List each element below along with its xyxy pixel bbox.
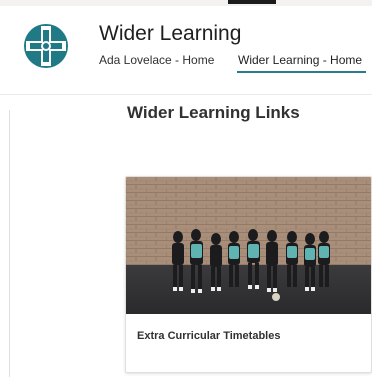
cross-shield-logo-icon[interactable] [22, 22, 70, 70]
active-nav-indicator [237, 71, 366, 73]
nav-link-wider-learning-home[interactable]: Wider Learning - Home [238, 53, 362, 67]
top-strip-dark-segment [228, 0, 276, 4]
quick-link-card[interactable]: Extra Curricular Timetables [125, 176, 372, 373]
nav-link-ada-lovelace-home[interactable]: Ada Lovelace - Home [99, 53, 214, 67]
section-title: Wider Learning Links [127, 103, 300, 122]
left-border-line [9, 110, 10, 377]
netball-team-photo [126, 177, 371, 314]
card-label[interactable]: Extra Curricular Timetables [137, 330, 280, 342]
header-divider [0, 94, 372, 95]
site-title[interactable]: Wider Learning [99, 22, 241, 46]
